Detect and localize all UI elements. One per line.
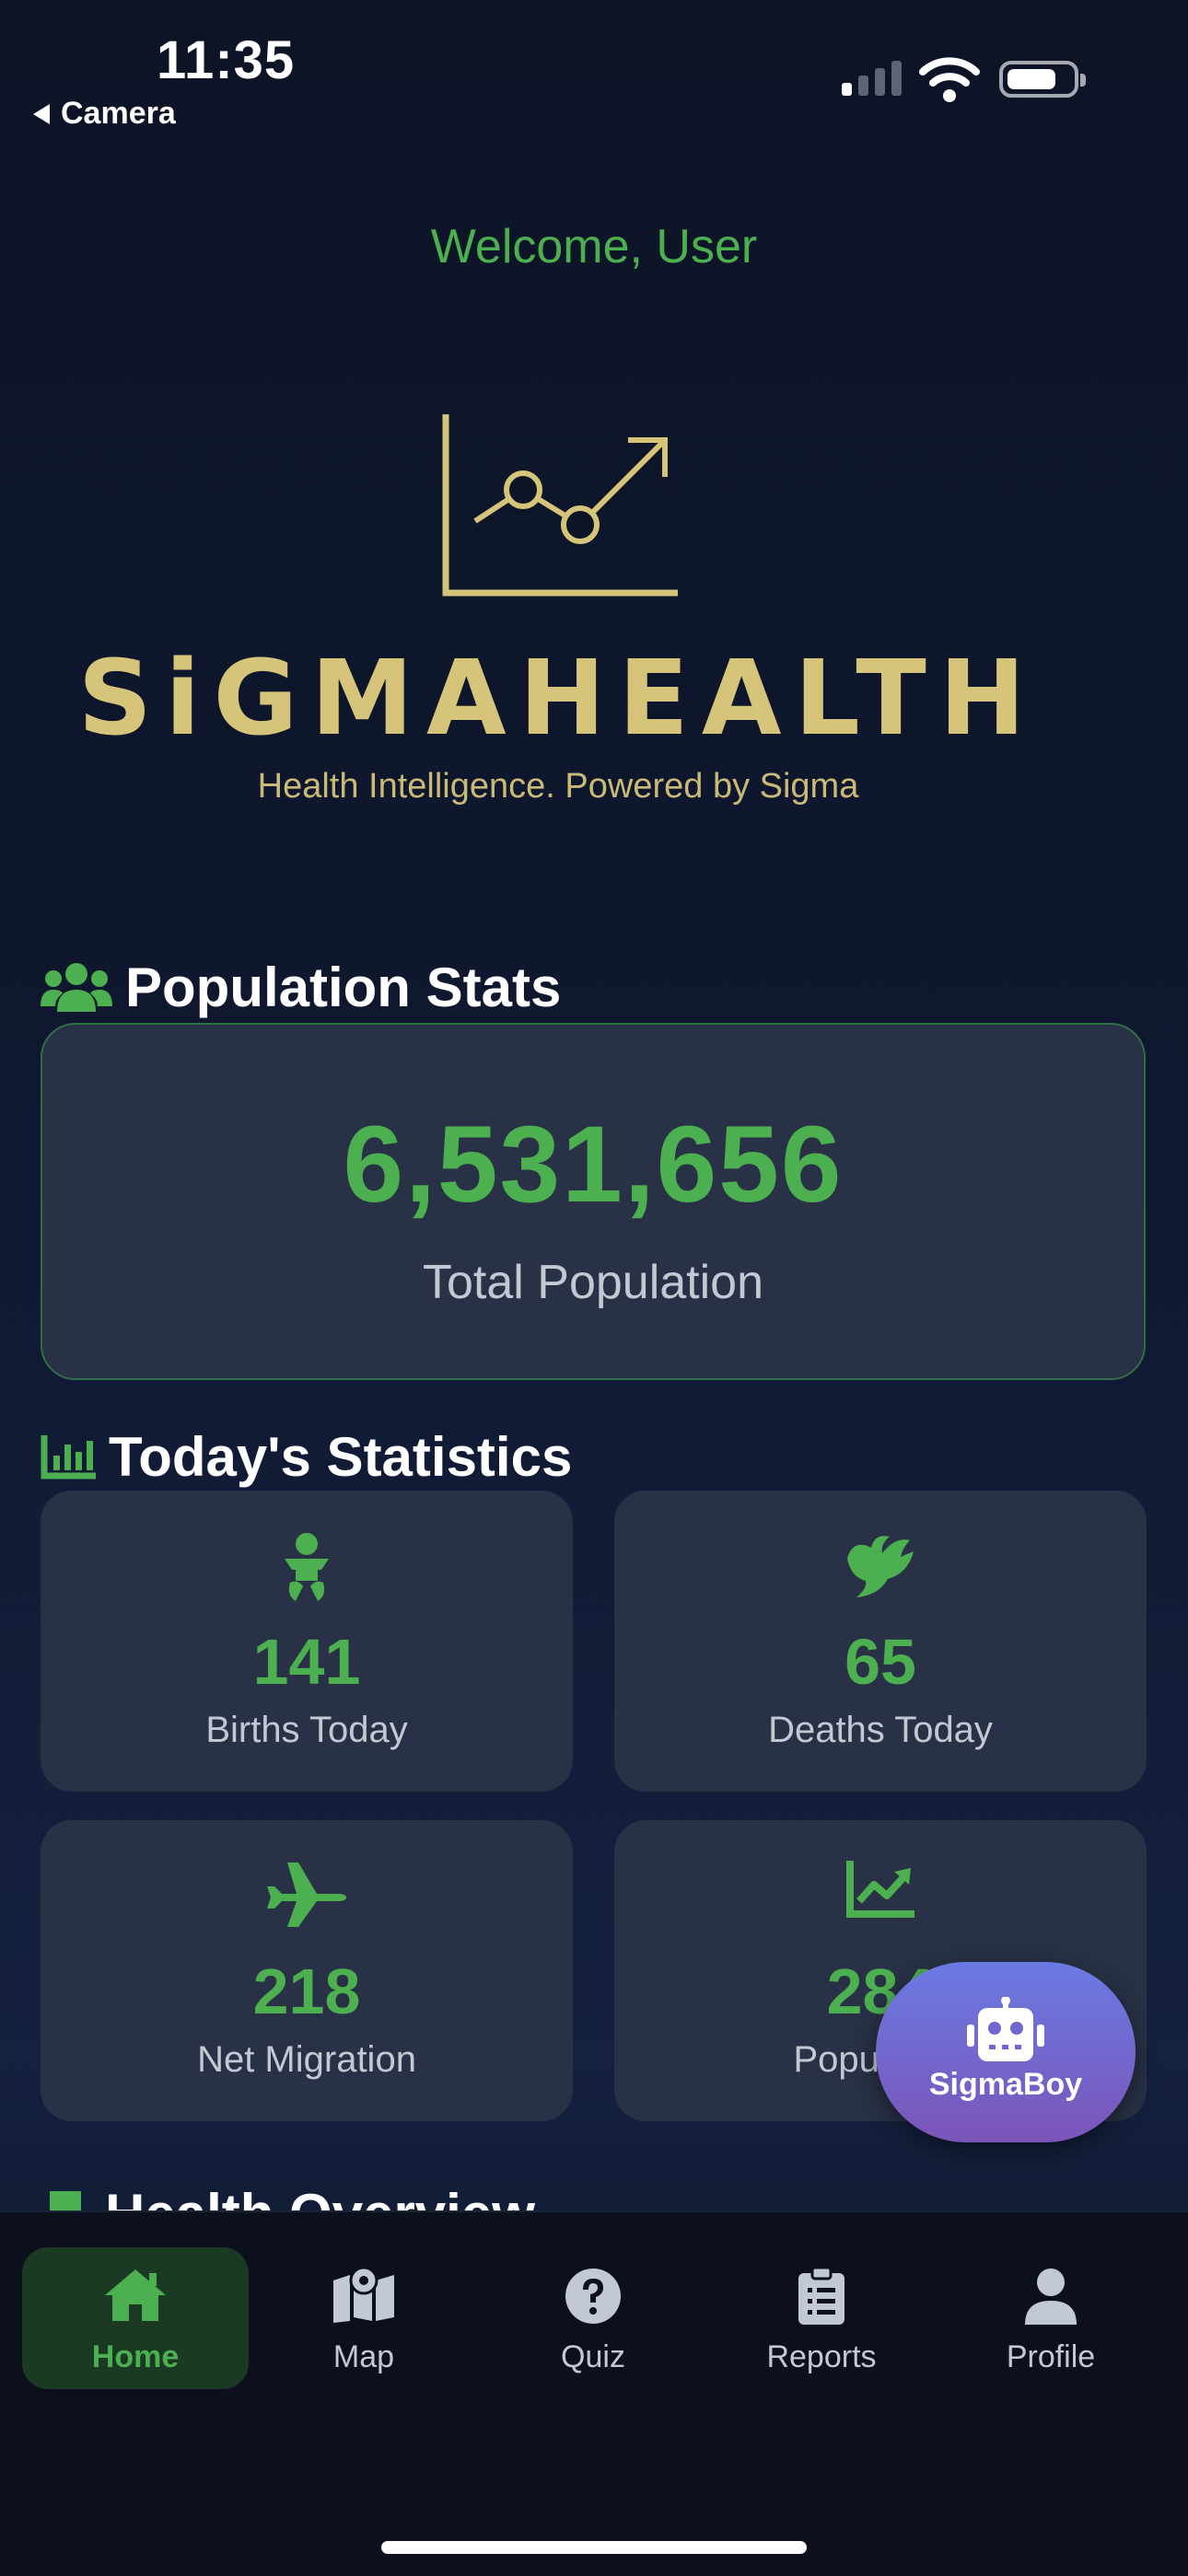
- users-icon: [41, 962, 112, 1012]
- bar-chart-icon: [41, 1434, 96, 1479]
- net-migration-card: 218 Net Migration: [41, 1820, 573, 2121]
- nav-home[interactable]: Home: [22, 2247, 249, 2389]
- logo-wordmark: SiGMAHEALTH: [77, 639, 1039, 759]
- todays-statistics-title: Today's Statistics: [109, 1426, 573, 1488]
- births-today-card: 141 Births Today: [41, 1491, 573, 1792]
- user-icon: [1025, 2269, 1077, 2325]
- births-today-label: Births Today: [205, 1710, 408, 1750]
- map-icon: [333, 2268, 394, 2323]
- dove-icon: [847, 1536, 914, 1597]
- chart-line-icon: [846, 1861, 914, 1918]
- sigmaboy-chat-button[interactable]: SigmaBoy: [876, 1962, 1136, 2142]
- nav-quiz[interactable]: Quiz: [480, 2247, 706, 2389]
- total-population-label: Total Population: [422, 1256, 764, 1309]
- population-stats-heading: Population Stats: [41, 956, 561, 1019]
- robot-icon: [967, 1997, 1044, 2061]
- nav-map[interactable]: Map: [250, 2247, 477, 2389]
- wifi-icon: [919, 57, 980, 102]
- home-indicator[interactable]: [381, 2541, 807, 2554]
- net-migration-value: 218: [252, 1955, 361, 2027]
- nav-map-label: Map: [332, 2339, 395, 2374]
- population-stats-title: Population Stats: [125, 957, 562, 1018]
- deaths-today-label: Deaths Today: [768, 1710, 993, 1750]
- total-population-value: 6,531,656: [343, 1104, 844, 1225]
- welcome-message: Welcome, User: [430, 220, 758, 273]
- total-population-card: 6,531,656 Total Population: [41, 1023, 1146, 1380]
- back-to-camera-link[interactable]: Camera: [33, 96, 176, 132]
- net-migration-label: Net Migration: [197, 2039, 416, 2080]
- logo-tagline: Health Intelligence. Powered by Sigma: [257, 767, 859, 806]
- nav-home-label: Home: [91, 2339, 180, 2374]
- battery-icon: [999, 61, 1086, 98]
- status-time: 11:35: [157, 30, 296, 90]
- nav-quiz-label: Quiz: [561, 2339, 625, 2374]
- cellular-signal-icon: [842, 61, 902, 96]
- nav-profile[interactable]: Profile: [938, 2247, 1164, 2389]
- question-icon: [565, 2269, 621, 2324]
- back-arrow-icon: [33, 103, 50, 124]
- logo-chart-icon: [442, 414, 678, 597]
- health-overview-title: Health Overview: [105, 2191, 535, 2211]
- medical-kit-icon: [41, 2191, 92, 2211]
- plane-icon: [267, 1862, 346, 1927]
- clipboard-icon: [798, 2268, 844, 2325]
- back-label: Camera: [61, 96, 176, 131]
- todays-statistics-heading: Today's Statistics: [41, 1425, 572, 1489]
- deaths-today-value: 65: [844, 1626, 916, 1698]
- births-today-value: 141: [252, 1626, 361, 1698]
- health-overview-heading: Health Overview: [41, 2191, 1182, 2211]
- nav-reports[interactable]: Reports: [708, 2247, 935, 2389]
- home-icon: [105, 2269, 166, 2321]
- nav-profile-label: Profile: [1006, 2339, 1096, 2374]
- nav-reports-label: Reports: [766, 2339, 877, 2374]
- bottom-navigation: Home Map Quiz Reports Profile: [0, 2210, 1188, 2576]
- deaths-today-card: 65 Deaths Today: [614, 1491, 1147, 1792]
- baby-icon: [285, 1533, 329, 1601]
- sigmaboy-label: SigmaBoy: [928, 2067, 1083, 2102]
